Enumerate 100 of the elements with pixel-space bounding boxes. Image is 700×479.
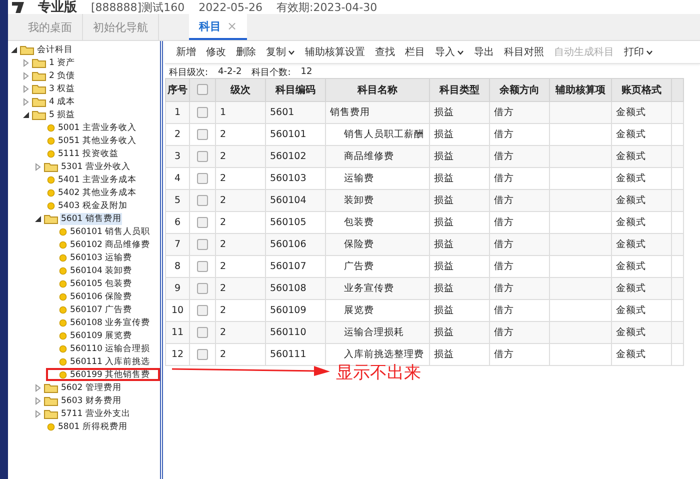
tree-item[interactable]: 5402 其他业务成本 — [57, 186, 138, 198]
tree-item[interactable]: 5801 所得税费用 — [57, 420, 128, 432]
leaf-dot-icon — [59, 306, 67, 314]
tree-item[interactable]: 3 权益 — [48, 82, 76, 94]
tab[interactable]: 科目 × — [189, 14, 248, 40]
toolbar-button[interactable]: 导出 — [469, 45, 499, 59]
collapsed-triangle-icon[interactable] — [34, 410, 42, 418]
table-cell: 1 — [166, 102, 190, 124]
tree-item[interactable]: 5111 投资收益 — [57, 148, 120, 160]
leaf-dot-icon — [47, 136, 55, 144]
tree-item[interactable]: 1 资产 — [48, 56, 76, 68]
row-checkbox[interactable] — [197, 172, 208, 184]
tree-item[interactable]: 560106 保险费 — [69, 290, 134, 302]
account-name: [888888]测试160 — [91, 0, 185, 14]
table-cell: 9 — [166, 278, 190, 300]
tree-item[interactable]: 560111 入库前挑选 — [69, 356, 152, 368]
toolbar-button[interactable]: 修改 — [201, 45, 231, 59]
table-cell: 1 — [216, 102, 266, 124]
table-cell: 560110 — [266, 322, 326, 344]
select-all-checkbox[interactable] — [197, 84, 208, 96]
tree-item[interactable]: 560105 包装费 — [69, 278, 134, 290]
collapsed-triangle-icon[interactable] — [34, 396, 42, 404]
row-checkbox[interactable] — [197, 150, 208, 162]
tree-item[interactable]: 5001 主营业务收入 — [57, 122, 138, 134]
table-cell: 借方 — [490, 146, 550, 168]
table-cell: 借方 — [490, 102, 550, 124]
column-header: 科目类型 — [430, 78, 490, 102]
row-checkbox[interactable] — [197, 260, 208, 272]
leaf-dot-icon — [59, 228, 67, 236]
table-cell: 销售费用 — [326, 102, 430, 124]
caret-icon — [646, 50, 653, 54]
tree-item[interactable]: 560101 销售人员职 — [69, 226, 152, 238]
table-cell: 金额式 — [612, 322, 672, 344]
tree-item[interactable]: 560108 业务宣传费 — [69, 316, 152, 328]
column-header: 账页格式 — [612, 78, 672, 102]
column-header: 科目名称 — [326, 78, 430, 102]
table-cell: 保险费 — [326, 234, 430, 256]
row-checkbox[interactable] — [197, 216, 208, 228]
column-header: 辅助核算项 — [550, 78, 612, 102]
column-header: 序号 — [166, 78, 190, 102]
row-checkbox[interactable] — [197, 106, 208, 118]
folder-icon — [20, 44, 34, 54]
collapsed-triangle-icon[interactable] — [34, 162, 42, 170]
tree-item[interactable]: 5403 税金及附加 — [57, 200, 128, 212]
folder-icon — [32, 110, 46, 120]
tree-item[interactable]: 560109 展览费 — [69, 330, 134, 342]
expanded-triangle-icon[interactable] — [22, 110, 30, 118]
tree-item[interactable]: 560104 装卸费 — [69, 264, 134, 276]
tree-item[interactable]: 560199 其他销售费 — [69, 368, 152, 380]
row-checkbox[interactable] — [197, 326, 208, 338]
tree-item[interactable]: 5601 销售费用 — [60, 212, 122, 224]
info-label: 科目个数: — [252, 66, 291, 78]
collapsed-triangle-icon[interactable] — [22, 72, 30, 80]
tree-item[interactable]: 5051 其他业务收入 — [57, 134, 138, 146]
tree-item[interactable]: 560103 运输费 — [69, 252, 134, 264]
row-checkbox[interactable] — [197, 194, 208, 206]
tree-item[interactable]: 5603 财务费用 — [60, 394, 122, 406]
table-cell: 560102 — [266, 146, 326, 168]
table-cell: 7 — [166, 234, 190, 256]
info-value: 12 — [300, 67, 312, 77]
folder-icon — [32, 58, 46, 68]
table-cell: 借方 — [490, 322, 550, 344]
toolbar-button[interactable]: 辅助核算设置 — [300, 45, 370, 59]
tree-item[interactable]: 5711 营业外支出 — [60, 408, 132, 420]
toolbar-button[interactable]: 打印 — [619, 45, 658, 59]
toolbar-button[interactable]: 复制 — [261, 45, 300, 59]
leaf-dot-icon — [59, 292, 67, 300]
row-checkbox[interactable] — [197, 282, 208, 294]
folder-icon — [44, 162, 58, 172]
row-checkbox[interactable] — [197, 238, 208, 250]
tree-item[interactable]: 560107 广告费 — [69, 304, 134, 316]
tree-item[interactable]: 4 成本 — [48, 96, 76, 108]
tree-item[interactable]: 5 损益 — [48, 108, 76, 120]
row-checkbox[interactable] — [197, 128, 208, 140]
tree-item[interactable]: 5301 营业外收入 — [60, 160, 132, 172]
tree-item[interactable]: 5401 主营业务成本 — [57, 174, 138, 186]
table-cell: 2 — [216, 234, 266, 256]
row-checkbox[interactable] — [197, 348, 208, 360]
folder-icon — [44, 396, 58, 406]
expanded-triangle-icon[interactable] — [34, 214, 42, 222]
row-checkbox[interactable] — [197, 304, 208, 316]
expanded-triangle-icon[interactable] — [10, 46, 18, 54]
tree-item[interactable]: 560102 商品维修费 — [69, 238, 152, 250]
tree-item[interactable]: 会计科目 — [36, 44, 74, 56]
caret-icon — [457, 50, 464, 54]
collapsed-triangle-icon[interactable] — [22, 98, 30, 106]
toolbar-button[interactable]: 新增 — [171, 45, 201, 59]
tree-item[interactable]: 560110 运输合理损 — [69, 342, 152, 354]
collapsed-triangle-icon[interactable] — [22, 58, 30, 66]
toolbar-button[interactable]: 查找 — [370, 45, 400, 59]
collapsed-triangle-icon[interactable] — [34, 384, 42, 392]
toolbar-button[interactable]: 科目对照 — [499, 45, 549, 59]
collapsed-triangle-icon[interactable] — [22, 84, 30, 92]
toolbar-button[interactable]: 导入 — [430, 45, 469, 59]
tree-item[interactable]: 2 负债 — [48, 70, 76, 82]
toolbar-button[interactable]: 栏目 — [400, 45, 430, 59]
tree-item[interactable]: 5602 管理费用 — [60, 382, 122, 394]
table-cell: 2 — [216, 344, 266, 366]
info-label: 科目级次: — [169, 66, 208, 78]
toolbar-button[interactable]: 删除 — [231, 45, 261, 59]
